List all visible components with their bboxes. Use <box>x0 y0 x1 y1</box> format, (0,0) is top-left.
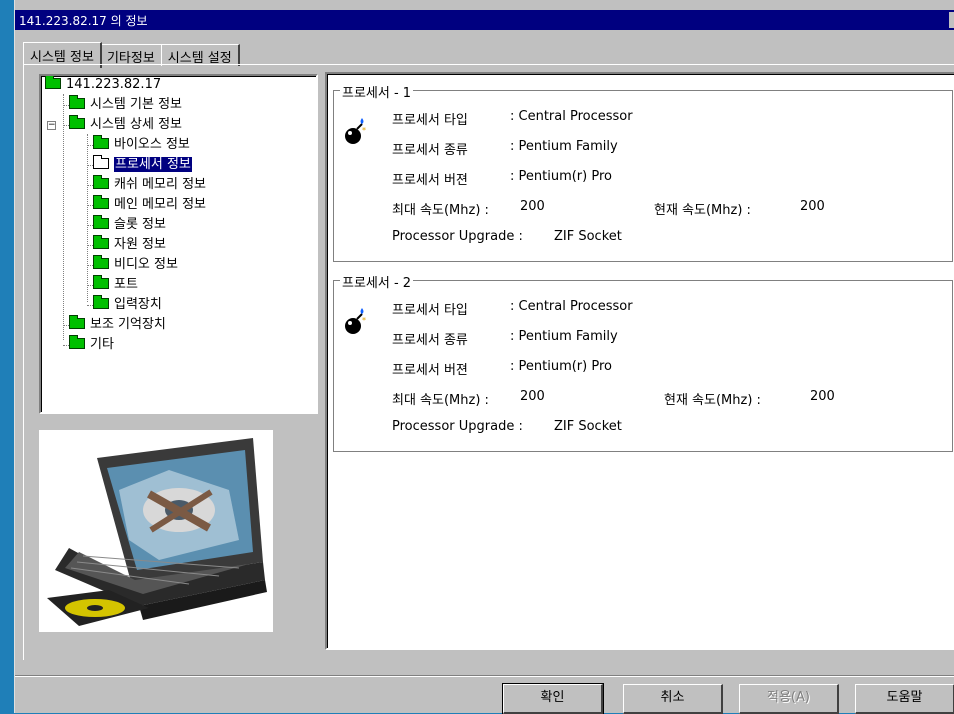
tree-node-slot[interactable]: 슬롯 정보 <box>93 215 166 235</box>
current-speed-value: 200 <box>800 199 825 214</box>
folder-icon <box>69 315 85 329</box>
upgrade-label: Processor Upgrade : <box>392 229 523 244</box>
folder-icon <box>69 115 85 129</box>
folder-icon <box>93 275 109 289</box>
tree-node-input[interactable]: 입력장치 <box>93 295 162 315</box>
tree-node-label: 프로세서 정보 <box>114 157 192 172</box>
kind-label: 프로세서 종류 <box>392 333 468 348</box>
tree-node-label: 141.223.82.17 <box>66 77 162 92</box>
tree-node-label: 보조 기억장치 <box>90 317 166 332</box>
type-value: : Central Processor <box>510 299 633 314</box>
processor-detail-panel: 프로세서 - 1 * 프로세서 타입 : Central Processor 프… <box>325 72 954 650</box>
version-label: 프로세서 버젼 <box>392 173 468 188</box>
tab-system-settings[interactable]: 시스템 설정 <box>160 44 240 66</box>
tree-node-bios[interactable]: 바이오스 정보 <box>93 135 190 155</box>
tree-node-label: 포트 <box>114 277 138 292</box>
title-button-edge[interactable] <box>949 12 954 28</box>
tab-other-info[interactable]: 기타정보 <box>99 44 163 66</box>
kind-value: : Pentium Family <box>510 139 618 154</box>
tree-node-label: 바이오스 정보 <box>114 137 190 152</box>
current-speed-value: 200 <box>810 389 835 404</box>
max-speed-value: 200 <box>520 199 545 214</box>
svg-text:*: * <box>362 316 366 325</box>
tree-node-label: 비디오 정보 <box>114 257 178 272</box>
version-label: 프로세서 버젼 <box>392 363 468 378</box>
system-info-window: 141.223.82.17 의 정보 시스템 정보 기타정보 시스템 설정 − 14… <box>14 0 954 714</box>
tree-node-label: 시스템 기본 정보 <box>90 97 182 112</box>
upgrade-label: Processor Upgrade : <box>392 419 523 434</box>
type-value: : Central Processor <box>510 109 633 124</box>
folder-icon <box>69 335 85 349</box>
kind-value: : Pentium Family <box>510 329 618 344</box>
tree-node-label: 입력장치 <box>114 297 162 312</box>
ok-button[interactable]: 확인 <box>502 683 604 714</box>
type-label: 프로세서 타입 <box>392 113 468 128</box>
tree-node-label: 메인 메모리 정보 <box>114 197 206 212</box>
tree-node-label: 캐쉬 메모리 정보 <box>114 177 206 192</box>
bomb-processor-icon: * <box>345 308 366 334</box>
tree-connector <box>87 134 88 302</box>
laptop-image <box>39 430 273 632</box>
title-bar[interactable]: 141.223.82.17 의 정보 <box>15 10 954 30</box>
button-separator <box>15 675 954 677</box>
tree-node-label: 슬롯 정보 <box>114 217 166 232</box>
kind-label: 프로세서 종류 <box>392 143 468 158</box>
upgrade-value: ZIF Socket <box>554 419 622 434</box>
folder-icon <box>93 135 109 149</box>
folder-icon <box>93 295 109 309</box>
info-tree[interactable]: − 141.223.82.17 시스템 기본 정보 시스템 상세 정보 바이오스… <box>39 74 318 414</box>
apply-button[interactable]: 적용(A) <box>739 684 839 714</box>
type-label: 프로세서 타입 <box>392 303 468 318</box>
current-speed-label: 현재 속도(Mhz) : <box>664 393 761 408</box>
tree-node-port[interactable]: 포트 <box>93 275 138 295</box>
cancel-button[interactable]: 취소 <box>623 684 723 714</box>
tree-node-storage[interactable]: 보조 기억장치 <box>69 315 166 335</box>
tree-node-processor[interactable]: 프로세서 정보 <box>93 155 192 175</box>
group-title: 프로세서 - 1 <box>340 82 414 101</box>
tree-node-cache[interactable]: 캐쉬 메모리 정보 <box>93 175 206 195</box>
tree-node-resource[interactable]: 자원 정보 <box>93 235 166 255</box>
tree-node-system-detail[interactable]: 시스템 상세 정보 <box>69 115 182 135</box>
tree-node-root[interactable]: 141.223.82.17 <box>45 76 161 95</box>
version-value: : Pentium(r) Pro <box>510 169 612 184</box>
laptop-illustration <box>47 438 267 626</box>
window-title: 141.223.82.17 의 정보 <box>19 14 148 28</box>
folder-icon <box>69 95 85 109</box>
current-speed-label: 현재 속도(Mhz) : <box>654 203 751 218</box>
folder-icon <box>93 215 109 229</box>
folder-icon <box>93 255 109 269</box>
tree-node-other[interactable]: 기타 <box>69 335 114 355</box>
bomb-processor-icon: * <box>345 118 366 144</box>
folder-icon <box>93 235 109 249</box>
help-button[interactable]: 도움말 <box>855 684 954 714</box>
tree-node-label: 기타 <box>90 337 114 352</box>
tree-node-label: 자원 정보 <box>114 237 166 252</box>
tree-connector <box>63 94 64 340</box>
processor-group-1: 프로세서 - 1 * 프로세서 타입 : Central Processor 프… <box>333 82 953 262</box>
tree-node-video[interactable]: 비디오 정보 <box>93 255 178 275</box>
tree-expander-detail[interactable]: − <box>47 121 56 130</box>
group-title: 프로세서 - 2 <box>340 272 414 291</box>
processor-group-2: 프로세서 - 2 * 프로세서 타입 : Central Processor 프… <box>333 272 953 452</box>
tab-strip: 시스템 정보 기타정보 시스템 설정 <box>23 40 240 68</box>
svg-text:*: * <box>362 126 366 135</box>
upgrade-value: ZIF Socket <box>554 229 622 244</box>
folder-icon <box>93 175 109 189</box>
tree-node-label: 시스템 상세 정보 <box>90 117 182 132</box>
tree-node-system-basic[interactable]: 시스템 기본 정보 <box>69 95 182 115</box>
folder-icon <box>45 76 61 89</box>
max-speed-label: 최대 속도(Mhz) : <box>392 393 489 408</box>
version-value: : Pentium(r) Pro <box>510 359 612 374</box>
tree-node-main-memory[interactable]: 메인 메모리 정보 <box>93 195 206 215</box>
folder-open-icon <box>93 155 109 169</box>
max-speed-label: 최대 속도(Mhz) : <box>392 203 489 218</box>
folder-icon <box>93 195 109 209</box>
max-speed-value: 200 <box>520 389 545 404</box>
